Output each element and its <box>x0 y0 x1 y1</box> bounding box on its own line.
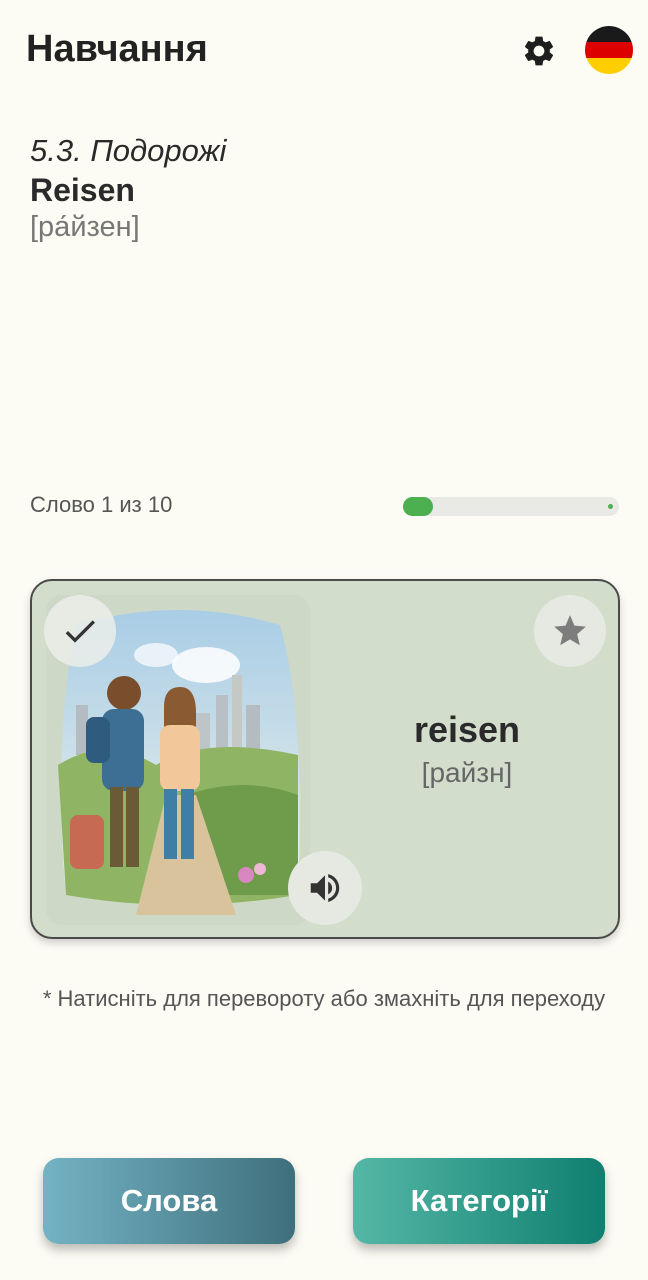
hint-text: * Натисніть для перевороту або змахніть … <box>42 986 606 1011</box>
app-header: Навчання <box>0 0 648 100</box>
speaker-icon[interactable] <box>288 851 362 925</box>
german-flag-icon[interactable] <box>585 26 633 74</box>
progress-label: Слово 1 из 10 <box>30 492 173 517</box>
topic-code: 5.3. Подорожі <box>30 133 227 168</box>
card-word: reisen <box>413 709 521 750</box>
topic-block: 5.3. Подорожі Reisen [ра́йзен] <box>30 132 226 244</box>
words-button[interactable]: Слова <box>43 1158 295 1244</box>
topic-transcription: [ра́йзен] <box>30 211 140 243</box>
flashcard[interactable]: reisen [райзн] <box>30 579 620 939</box>
progress-fill <box>403 497 433 516</box>
gear-icon[interactable] <box>521 33 557 69</box>
progress-end-dot <box>608 504 613 509</box>
categories-button[interactable]: Категорії <box>353 1158 605 1244</box>
progress-bar <box>403 497 619 516</box>
check-icon[interactable] <box>44 595 116 667</box>
topic-word: Reisen <box>30 172 135 208</box>
star-icon[interactable] <box>534 595 606 667</box>
page-title: Навчання <box>26 28 208 70</box>
card-transcription: [райзн] <box>421 757 513 788</box>
